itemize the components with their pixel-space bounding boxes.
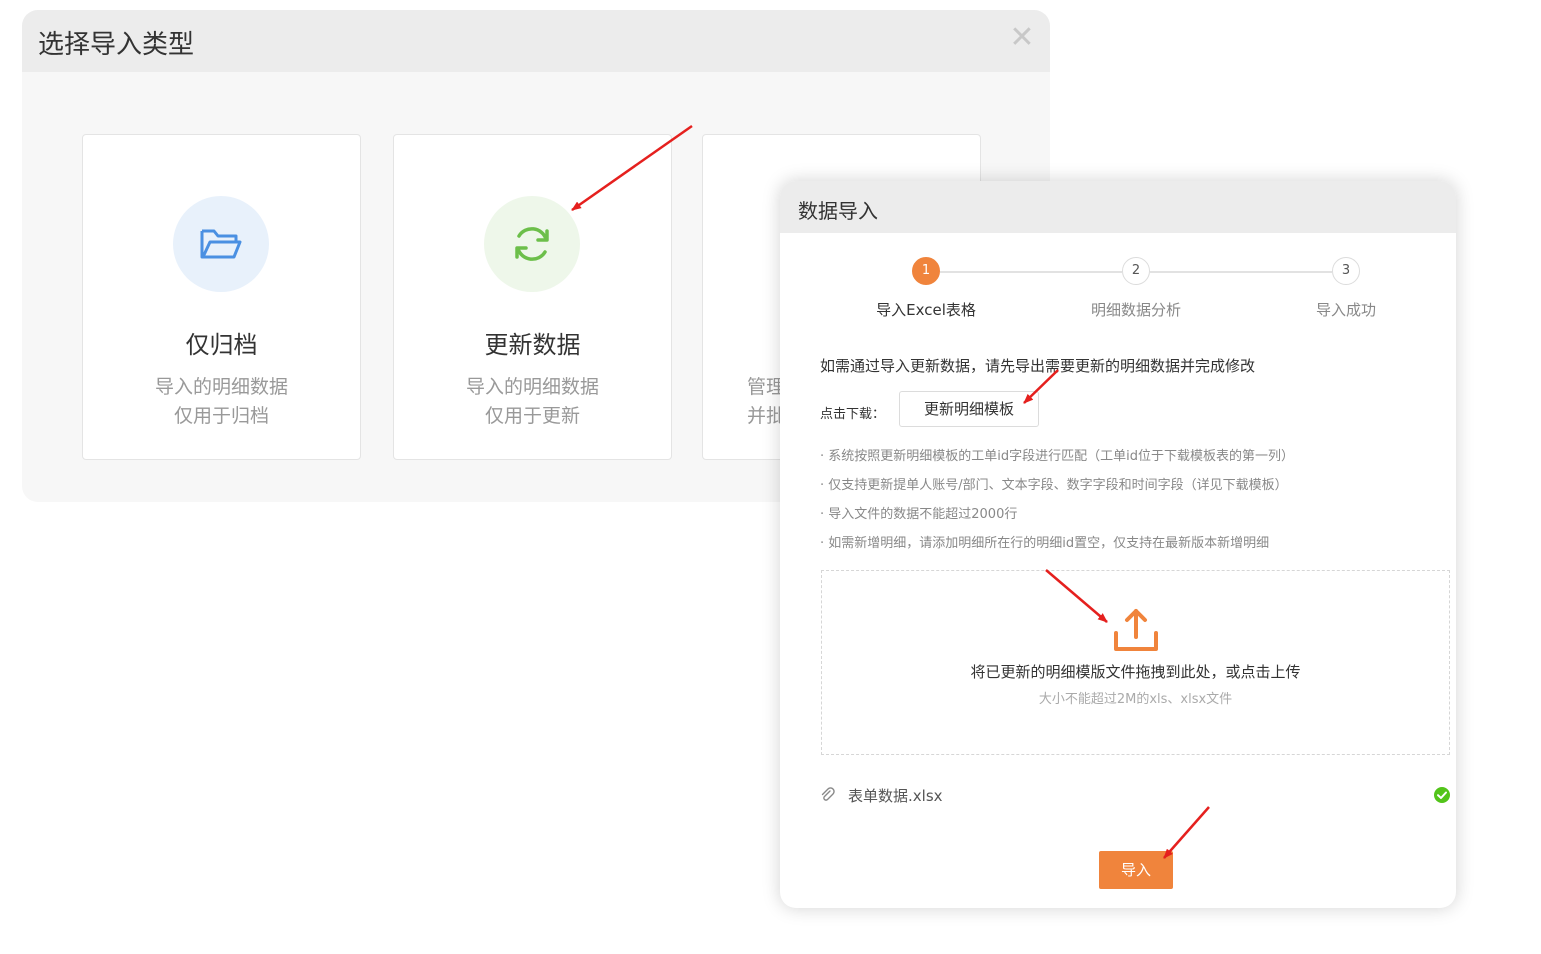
folder-open-icon [173,196,269,292]
close-icon[interactable]: ✕ [1008,23,1036,53]
download-template-button[interactable]: 更新明细模板 [899,391,1039,427]
notes-list: · 系统按照更新明细模板的工单id字段进行匹配（工单id位于下载模板表的第一列）… [820,446,1294,562]
update-data-card[interactable]: 更新数据 导入的明细数据 仅用于更新 [393,134,672,460]
step-1-indicator: 1 [912,257,940,285]
card-desc-line: 仅用于更新 [484,405,580,427]
step-connector [940,271,1122,273]
card-title: 更新数据 [484,331,581,359]
card-desc-line: 仅用于归档 [173,405,269,427]
step-2-indicator: 2 [1122,257,1150,285]
intro-text: 如需通过导入更新数据，请先导出需要更新的明细数据并完成修改 [820,357,1256,375]
dropzone-sub-text: 大小不能超过2M的xls、xlsx文件 [1038,692,1233,707]
file-name: 表单数据.xlsx [848,787,943,805]
step-2-label: 明细数据分析 [1090,301,1181,319]
upload-dropzone[interactable]: 将已更新的明细模版文件拖拽到此处，或点击上传 大小不能超过2M的xls、xlsx… [821,570,1450,755]
paperclip-icon [820,787,836,807]
step-3-indicator: 3 [1332,257,1360,285]
dialog-title: 数据导入 [798,199,878,223]
upload-icon [1111,607,1161,659]
card-description: 导入的明细数据 仅用于更新 [394,373,671,431]
dropzone-main-text: 将已更新的明细模版文件拖拽到此处，或点击上传 [970,663,1301,681]
card-desc-line: 导入的明细数据 [154,376,288,398]
step-progress: 1 2 3 导入Excel表格 明细数据分析 导入成功 [780,257,1456,327]
dialog-header: 选择导入类型 ✕ [22,10,1050,72]
check-success-icon [1434,787,1450,803]
uploaded-file-row[interactable]: 表单数据.xlsx [820,781,1450,809]
step-3-label: 导入成功 [1315,301,1376,319]
card-title: 仅归档 [185,331,258,359]
note-item: · 仅支持更新提单人账号/部门、文本字段、数字字段和时间字段（详见下载模板） [820,478,1288,493]
card-desc-line: 导入的明细数据 [465,376,599,398]
archive-only-card[interactable]: 仅归档 导入的明细数据 仅用于归档 [82,134,361,460]
note-item: · 系统按照更新明细模板的工单id字段进行匹配（工单id位于下载模板表的第一列） [820,449,1294,464]
refresh-icon [484,196,580,292]
card-description: 导入的明细数据 仅用于归档 [83,373,360,431]
dialog-title: 选择导入类型 [38,30,195,60]
note-item: · 如需新增明细，请添加明细所在行的明细id置空，仅支持在最新版本新增明细 [820,536,1270,551]
data-import-dialog: 数据导入 1 2 3 导入Excel表格 明细数据分析 导入成功 如需通过导入更… [780,181,1456,908]
note-item: · 导入文件的数据不能超过2000行 [820,507,1018,522]
download-label: 点击下载： [820,407,886,422]
step-connector [1150,271,1332,273]
import-button[interactable]: 导入 [1099,851,1173,889]
step-1-label: 导入Excel表格 [876,301,976,319]
dialog-header: 数据导入 [780,181,1456,233]
